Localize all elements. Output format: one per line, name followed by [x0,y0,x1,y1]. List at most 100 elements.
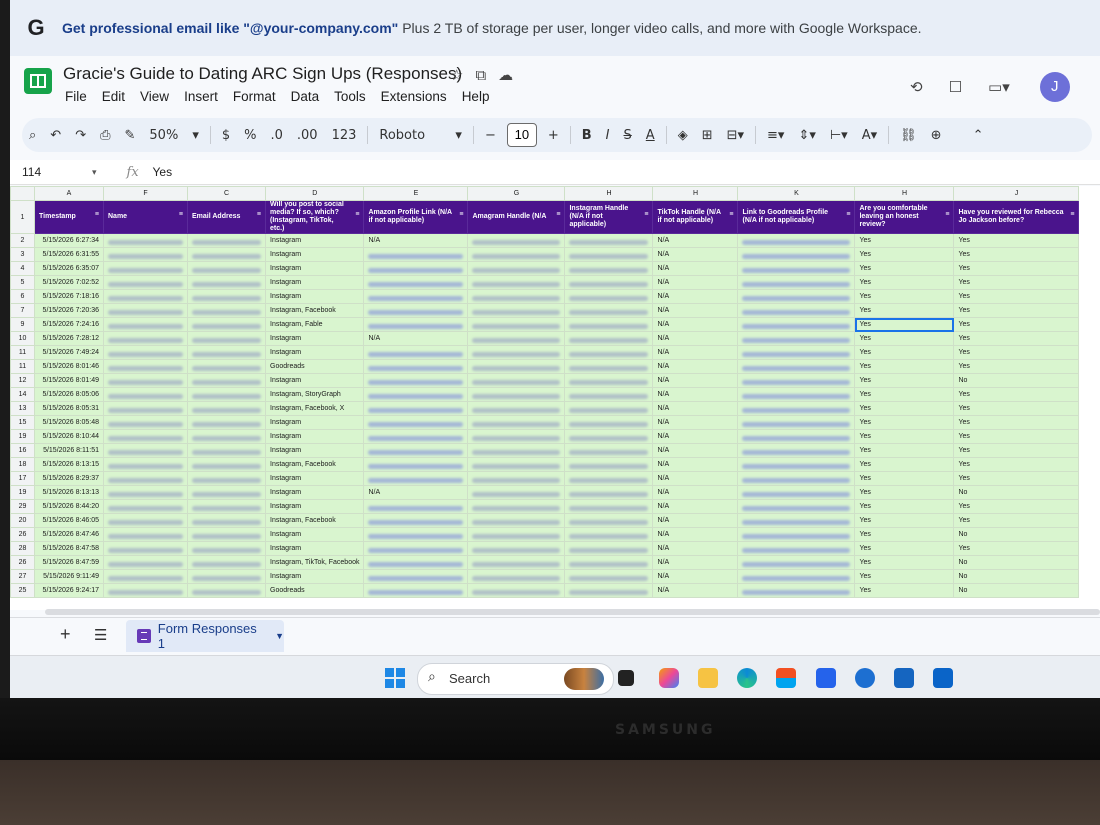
name-box-chevron-down-icon[interactable]: ▾ [92,167,97,178]
social-platforms-cell[interactable]: Instagram, Fable [264,317,365,332]
column-header[interactable]: Amazon Profile Link (N/A if not applicab… [363,200,469,234]
honest-review-cell[interactable]: Yes [854,457,955,472]
name-cell-redacted[interactable] [103,541,188,556]
tiktok-handle-cell[interactable]: N/A [652,471,739,486]
social-platforms-cell[interactable]: Instagram [264,289,365,304]
timestamp-cell[interactable]: 5/15/2026 7:24:16 [34,317,104,332]
column-header[interactable]: Are you comfortable leaving an honest re… [854,200,955,234]
row-number[interactable]: 15 [10,415,35,430]
instagram-handle-cell-redacted[interactable] [564,457,654,472]
timestamp-cell[interactable]: 5/15/2026 8:13:15 [34,457,104,472]
row-number[interactable]: 18 [10,457,35,472]
timestamp-cell[interactable]: 5/15/2026 8:46:05 [34,513,104,528]
sync-app-icon[interactable] [855,668,875,688]
timestamp-cell[interactable]: 5/15/2026 8:47:46 [34,527,104,542]
social-platforms-cell[interactable]: Instagram [264,443,365,458]
goodreads-link-cell-redacted[interactable] [737,485,856,500]
honest-review-cell[interactable]: Yes [854,513,955,528]
amazon-profile-cell-redacted[interactable] [363,527,469,542]
menu-file[interactable]: File [65,89,87,104]
row-number[interactable]: 19 [10,485,35,500]
instagram-handle-cell-redacted[interactable] [564,555,654,570]
zoom-chevron-down-icon[interactable]: ▾ [192,128,199,143]
instagram-handle-cell-redacted[interactable] [564,527,654,542]
goodreads-link-cell-redacted[interactable] [737,387,856,402]
amagram-handle-cell-redacted[interactable] [467,583,566,598]
menu-tools[interactable]: Tools [334,89,366,104]
row-number[interactable]: 20 [10,513,35,528]
filter-icon[interactable]: ≡ [459,211,463,219]
instagram-handle-cell-redacted[interactable] [564,233,654,248]
tiktok-handle-cell[interactable]: N/A [652,583,739,598]
instagram-handle-cell-redacted[interactable] [564,583,654,598]
amazon-profile-cell-redacted[interactable] [363,569,469,584]
row-number[interactable]: 11 [10,345,35,360]
paint-format-icon[interactable]: ✎ [125,128,136,143]
honest-review-cell[interactable]: Yes [854,583,955,598]
social-platforms-cell[interactable]: Instagram [264,415,365,430]
filter-icon[interactable]: ≡ [846,211,850,219]
amagram-handle-cell-redacted[interactable] [467,485,566,500]
name-cell-redacted[interactable] [103,499,188,514]
name-cell-redacted[interactable] [103,401,188,416]
row-number[interactable]: 26 [10,555,35,570]
social-platforms-cell[interactable]: Instagram [264,345,365,360]
timestamp-cell[interactable]: 5/15/2026 9:11:49 [34,569,104,584]
reviewed-before-cell[interactable]: Yes [953,387,1080,402]
amagram-handle-cell-redacted[interactable] [467,359,566,374]
task-view-icon[interactable] [618,670,634,686]
row-number[interactable]: 10 [10,331,35,346]
menu-extensions[interactable]: Extensions [381,89,447,104]
zoom-select[interactable]: 50% [149,128,178,143]
honest-review-cell[interactable]: Yes [854,359,955,374]
amagram-handle-cell-redacted[interactable] [467,541,566,556]
instagram-handle-cell-redacted[interactable] [564,373,654,388]
email-cell-redacted[interactable] [187,443,266,458]
instagram-handle-cell-redacted[interactable] [564,247,654,262]
sheets-logo-icon[interactable] [24,68,52,94]
social-platforms-cell[interactable]: Instagram [264,541,365,556]
amazon-profile-cell-redacted[interactable] [363,471,469,486]
text-rotation-icon[interactable]: A▾ [862,128,877,143]
vertical-align-icon[interactable]: ⇕▾ [798,128,815,143]
amagram-handle-cell-redacted[interactable] [467,513,566,528]
reviewed-before-cell[interactable]: Yes [953,429,1080,444]
outlook-new-icon[interactable] [933,668,953,688]
row-number[interactable]: 28 [10,541,35,556]
honest-review-cell[interactable]: Yes [854,485,955,500]
strikethrough-button[interactable]: S [624,128,632,143]
social-platforms-cell[interactable]: Instagram [264,471,365,486]
column-header[interactable]: Link to Goodreads Profile (N/A if not ap… [737,200,856,234]
account-avatar[interactable]: J [1039,72,1070,102]
reviewed-before-cell[interactable]: Yes [953,303,1080,318]
row-number[interactable]: 3 [10,247,35,262]
honest-review-cell[interactable]: Yes [854,471,955,486]
social-platforms-cell[interactable]: Instagram [264,373,365,388]
column-letter-header[interactable]: C [187,186,266,201]
amagram-handle-cell-redacted[interactable] [467,555,566,570]
goodreads-link-cell-redacted[interactable] [737,373,856,388]
instagram-handle-cell-redacted[interactable] [564,359,654,374]
filter-icon[interactable]: ≡ [355,211,359,219]
social-platforms-cell[interactable]: Instagram, Facebook [264,513,365,528]
meet-video-icon[interactable]: ▭▾ [988,78,1010,96]
goodreads-link-cell-redacted[interactable] [737,359,856,374]
social-platforms-cell[interactable]: Instagram [264,499,365,514]
filter-icon[interactable]: ≡ [95,211,99,219]
amazon-profile-cell-redacted[interactable] [363,555,469,570]
name-cell-redacted[interactable] [103,457,188,472]
amazon-profile-cell-redacted[interactable] [363,359,469,374]
font-family-select[interactable]: Roboto [379,128,441,143]
name-cell-redacted[interactable] [103,373,188,388]
timestamp-cell[interactable]: 5/15/2026 8:44:20 [34,499,104,514]
filter-icon[interactable]: ≡ [729,211,733,219]
tiktok-handle-cell[interactable]: N/A [652,303,739,318]
instagram-handle-cell-redacted[interactable] [564,345,654,360]
honest-review-cell[interactable]: Yes [854,443,955,458]
tiktok-handle-cell[interactable]: N/A [652,289,739,304]
add-sheet-button[interactable]: + [60,624,71,645]
instagram-handle-cell-redacted[interactable] [564,261,654,276]
amagram-handle-cell-redacted[interactable] [467,303,566,318]
timestamp-cell[interactable]: 5/15/2026 8:01:49 [34,373,104,388]
email-cell-redacted[interactable] [187,555,266,570]
